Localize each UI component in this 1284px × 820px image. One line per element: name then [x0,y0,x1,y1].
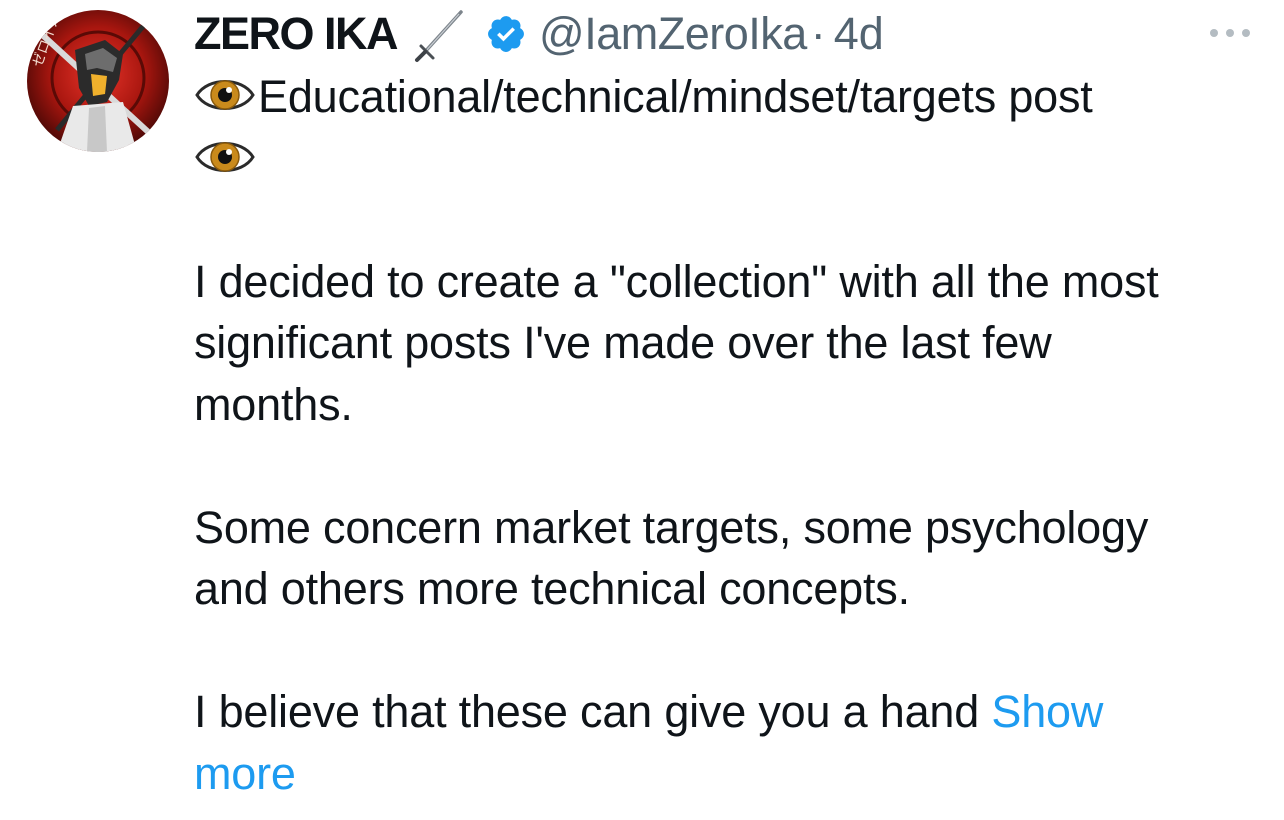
verified-badge-icon[interactable] [485,13,527,55]
text-line-1-content: Educational/technical/mindset/targets po… [258,71,1093,122]
dagger-icon [411,4,471,64]
text-line-2 [194,128,1269,190]
paragraph-1-line: months. [194,378,353,430]
eye-icon [194,134,256,180]
tweet[interactable]: ゼロイカ ZERO IKA @IamZeroIka · 4d Education… [0,0,1284,820]
paragraph-2-line: and others more technical concepts. [194,563,910,614]
paragraph-1-line: I decided to create a "collection" with … [194,255,1159,307]
profile-avatar[interactable]: ゼロイカ [27,10,169,152]
user-handle[interactable]: @IamZeroIka [539,8,807,60]
paragraph-3-line: I believe that these can give you a hand… [194,681,1269,743]
paragraph-2-line: Some concern market targets, some psycho… [194,501,1149,553]
tweet-text: Educational/technical/mindset/targets po… [194,66,1269,804]
show-more-link-continued[interactable]: more [194,748,296,799]
text-line-1: Educational/technical/mindset/targets po… [194,66,1269,128]
paragraph-1-line: significant posts I've made over the las… [194,317,1052,368]
more-options-icon[interactable] [1202,18,1258,48]
paragraph-3-text: I believe that these can give you a hand [194,686,992,737]
separator-dot: · [810,8,826,59]
eye-icon [194,72,256,118]
display-name[interactable]: ZERO IKA [194,8,399,60]
tweet-header: ZERO IKA @IamZeroIka · 4d [194,8,884,62]
show-more-link[interactable]: Show [991,686,1103,737]
timestamp[interactable]: 4d [834,8,884,60]
paragraph-3-line: more [194,743,1269,805]
